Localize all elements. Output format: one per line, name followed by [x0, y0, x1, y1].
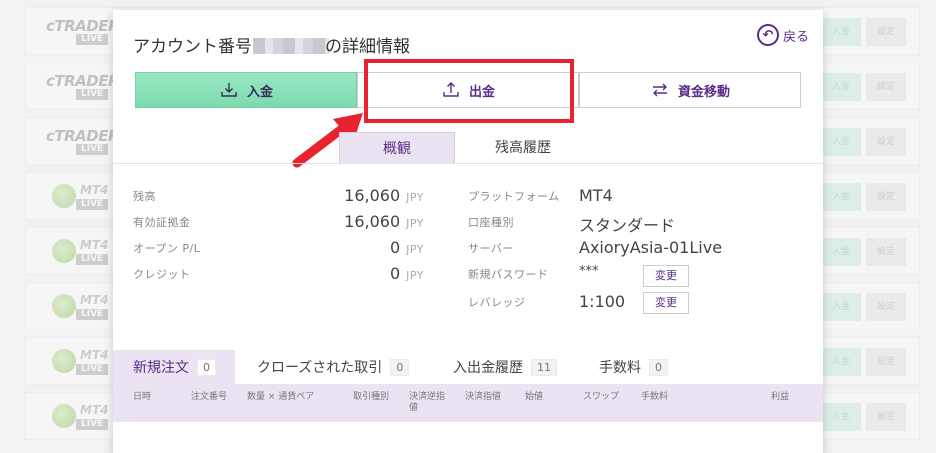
balance-row: 残高 — [133, 190, 156, 203]
password-row: 新規パスワード — [468, 268, 549, 281]
column-header: 始値 — [525, 392, 544, 402]
settings-button[interactable]: 設定 — [866, 238, 906, 266]
column-header: 決済逆指値 — [409, 392, 446, 413]
column-header: 取引種別 — [353, 392, 390, 402]
mt4-logo: MT4 LIVE — [46, 237, 118, 267]
mt4-logo-icon — [52, 294, 76, 318]
account-type-row: 口座種別 — [468, 216, 514, 229]
settings-button[interactable]: 設定 — [866, 128, 906, 156]
deposit-button[interactable]: 入金 — [821, 403, 861, 431]
back-arrow-icon: ↶ — [756, 24, 779, 46]
mt4-logo: MT4 LIVE — [46, 347, 118, 377]
column-header: 数量 × 通貨ペア — [247, 392, 315, 402]
server-value: AxioryAsia-01Live — [579, 238, 723, 257]
deposit-button[interactable]: 入金 — [821, 183, 861, 211]
column-header: 手数料 — [641, 392, 669, 402]
change-password-button[interactable]: 変更 — [643, 265, 689, 287]
column-header: 日時 — [133, 392, 152, 402]
upload-icon — [443, 82, 459, 97]
tab-deposit-withdraw-history[interactable]: 入出金履歴 11 — [453, 350, 557, 384]
count-badge: 0 — [390, 358, 410, 376]
credit-value: 0 JPY — [389, 264, 424, 283]
balance-value: 16,060 JPY — [344, 186, 424, 205]
column-header: 決済指値 — [465, 392, 502, 402]
open-pl-value: 0 JPY — [389, 238, 424, 257]
redacted-account-number — [253, 38, 329, 54]
column-header: 注文番号 — [191, 392, 228, 402]
platform-row: プラットフォーム — [468, 190, 560, 203]
account-detail-modal: アカウント番号 の詳細情報 ↶ 戻る 入金 出金 資金移動 概観 残高履歴 残高… — [113, 10, 823, 453]
equity-row: 有効証拠金 — [133, 216, 191, 229]
tab-new-orders[interactable]: 新規注文 0 — [113, 350, 235, 384]
tab-closed-trades[interactable]: クローズされた取引 0 — [257, 350, 410, 384]
settings-button[interactable]: 設定 — [866, 293, 906, 321]
order-tabs: 新規注文 0 クローズされた取引 0 入出金履歴 11 手数料 0 — [113, 350, 823, 384]
settings-button[interactable]: 設定 — [866, 73, 906, 101]
mt4-logo: MT4 LIVE — [46, 402, 118, 432]
detail-tabs: 概観 残高履歴 — [113, 132, 823, 164]
deposit-button[interactable]: 入金 — [821, 18, 861, 46]
server-row: サーバー — [468, 242, 514, 255]
tab-overview[interactable]: 概観 — [339, 132, 455, 164]
deposit-button[interactable]: 入金 — [821, 128, 861, 156]
withdraw-button[interactable]: 出金 — [357, 72, 579, 108]
count-badge: 0 — [197, 358, 216, 376]
mt4-logo-icon — [52, 239, 76, 263]
deposit-button[interactable]: 入金 — [821, 73, 861, 101]
ctrader-logo: cTRADER LIVE — [46, 17, 120, 45]
deposit-button[interactable]: 入金 — [135, 72, 357, 108]
settings-button[interactable]: 設定 — [866, 18, 906, 46]
credit-row: クレジット — [133, 268, 191, 281]
transfer-arrows-icon — [652, 83, 667, 97]
change-leverage-button[interactable]: 変更 — [643, 292, 689, 314]
mt4-logo-icon — [52, 404, 76, 428]
settings-button[interactable]: 設定 — [866, 403, 906, 431]
transfer-button[interactable]: 資金移動 — [579, 72, 801, 108]
ctrader-logo: cTRADER LIVE — [46, 72, 120, 100]
settings-button[interactable]: 設定 — [866, 183, 906, 211]
password-value: *** — [579, 264, 599, 279]
action-buttons: 入金 出金 資金移動 — [135, 72, 801, 108]
orders-table-header: 日時 注文番号 数量 × 通貨ペア 取引種別 決済逆指値 決済指値 始値 スワッ… — [113, 384, 823, 422]
count-badge: 0 — [649, 358, 668, 376]
mt4-logo: MT4 LIVE — [46, 292, 118, 322]
deposit-button[interactable]: 入金 — [821, 293, 861, 321]
column-header: 利益 — [771, 392, 790, 402]
mt4-logo: MT4 LIVE — [46, 182, 118, 212]
deposit-button[interactable]: 入金 — [821, 348, 861, 376]
equity-value: 16,060 JPY — [344, 212, 424, 231]
tab-balance-history[interactable]: 残高履歴 — [465, 132, 581, 164]
leverage-value: 1:100 — [579, 292, 626, 311]
account-type-value: スタンダード — [579, 216, 676, 235]
count-badge: 11 — [531, 358, 557, 376]
open-pl-row: オープン P/L — [133, 242, 201, 255]
page-title: アカウント番号 の詳細情報 — [133, 37, 410, 57]
platform-value: MT4 — [579, 186, 613, 205]
column-header: スワップ — [583, 392, 620, 402]
mt4-logo-icon — [52, 184, 76, 208]
deposit-button[interactable]: 入金 — [821, 238, 861, 266]
ctrader-logo: cTRADER LIVE — [46, 127, 120, 155]
mt4-logo-icon — [52, 349, 76, 373]
back-button[interactable]: ↶ 戻る — [756, 24, 809, 46]
leverage-row: レバレッジ — [468, 296, 526, 309]
settings-button[interactable]: 設定 — [866, 348, 906, 376]
download-icon — [221, 83, 237, 97]
tab-fees[interactable]: 手数料 0 — [599, 350, 668, 384]
